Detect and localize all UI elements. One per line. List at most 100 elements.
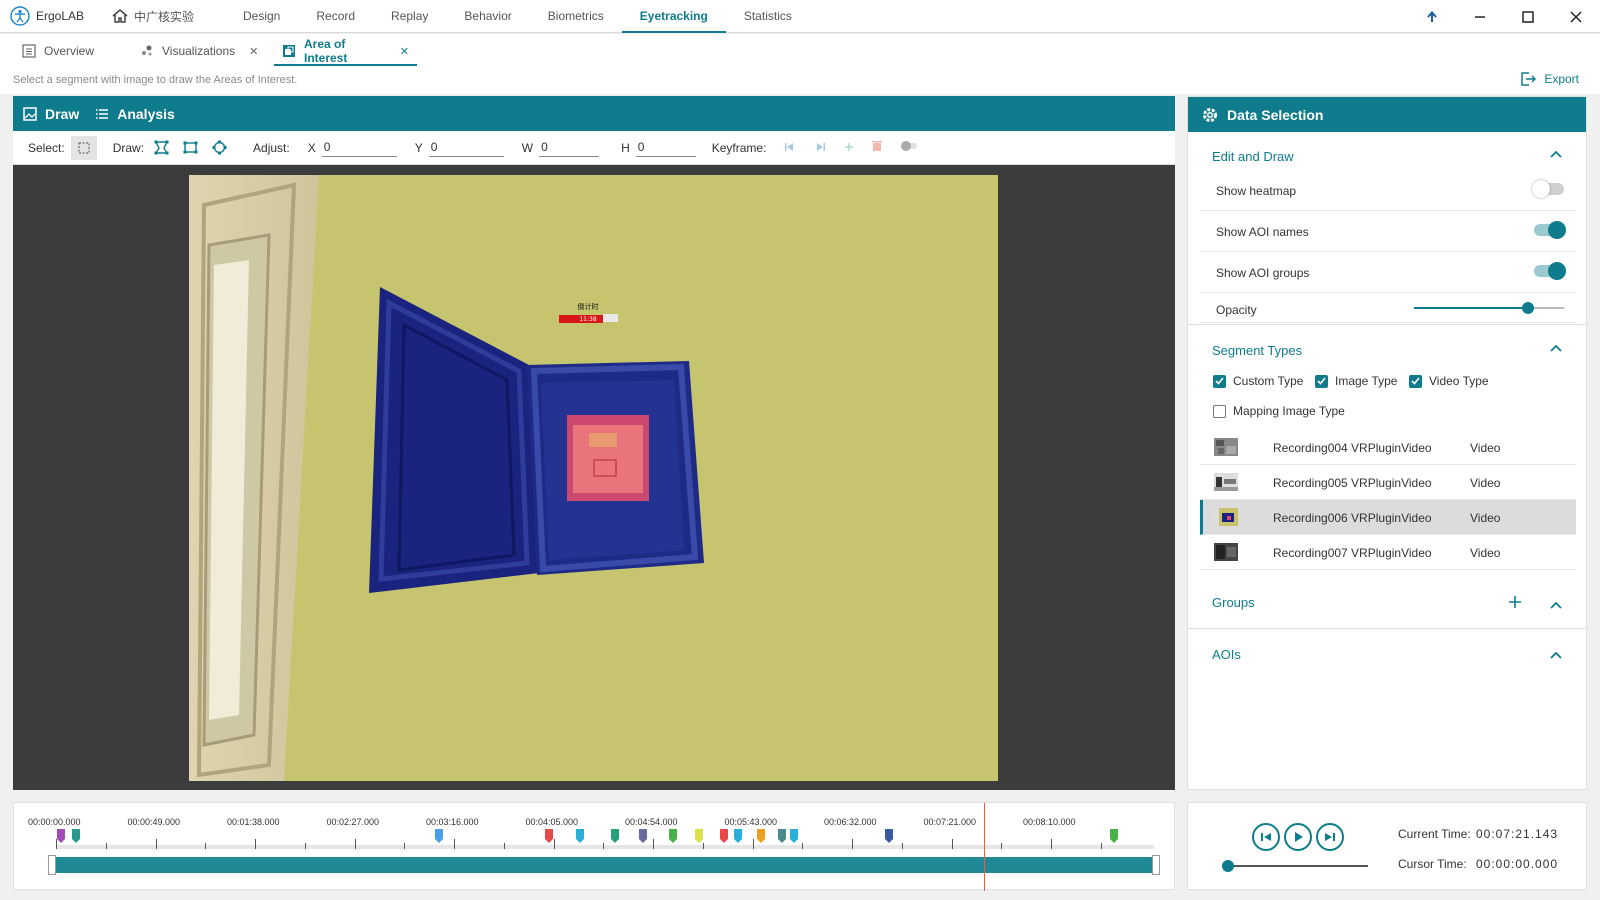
chevron-up-icon[interactable] [1550, 341, 1562, 355]
nav-statistics[interactable]: Statistics [726, 0, 810, 33]
timeline-time-label: 00:07:21.000 [923, 817, 977, 827]
prev-keyframe-icon[interactable] [784, 141, 796, 155]
tab-area-of-interest[interactable]: Area of Interest ✕ [274, 36, 417, 66]
event-marker-icon[interactable] [695, 829, 703, 843]
ellipse-tool-icon[interactable] [212, 140, 227, 155]
play-button[interactable] [1284, 823, 1312, 851]
recording-thumbnail [1214, 508, 1238, 526]
close-window-button[interactable] [1552, 0, 1600, 33]
event-marker-icon[interactable] [757, 829, 765, 843]
nav-replay[interactable]: Replay [373, 0, 446, 33]
data-selection-panel: Data Selection Edit and Draw Show heatma… [1187, 96, 1588, 790]
tab-visualizations[interactable]: Visualizations ✕ [132, 36, 274, 66]
timeline[interactable]: 00:00:00.000 00:00:49.000 00:01:38.000 00:0… [13, 802, 1175, 891]
w-input[interactable]: 0 [539, 138, 600, 157]
add-keyframe-icon[interactable] [844, 141, 854, 155]
chevron-up-icon[interactable] [1550, 648, 1562, 662]
analysis-tab[interactable]: Analysis [95, 106, 175, 122]
drawing-canvas[interactable]: 倒计时 11:38 [13, 165, 1175, 790]
event-marker-icon[interactable] [545, 829, 553, 843]
show-aoi-names-label: Show AOI names [1216, 225, 1309, 239]
event-marker-icon[interactable] [639, 829, 647, 843]
title-bar: ErgoLAB 中广核实验 Design Record Replay Behav… [0, 0, 1600, 33]
tab-overview[interactable]: Overview [14, 36, 132, 66]
groups-header[interactable]: Groups [1212, 595, 1255, 610]
event-marker-icon[interactable] [734, 829, 742, 843]
rectangle-tool-icon[interactable] [183, 141, 198, 154]
data-selection-header: Data Selection [1188, 97, 1586, 132]
recording-row[interactable]: Recording005 VRPluginVideo Video [1200, 465, 1576, 500]
upload-button[interactable] [1408, 0, 1456, 33]
event-marker-icon[interactable] [576, 829, 584, 843]
next-frame-button[interactable] [1316, 823, 1344, 851]
prev-frame-button[interactable] [1252, 823, 1280, 851]
show-aoi-names-toggle[interactable] [1534, 221, 1566, 239]
x-input[interactable]: 0 [321, 138, 397, 157]
recording-row-selected[interactable]: Recording006 VRPluginVideo Video [1200, 500, 1576, 535]
h-input[interactable]: 0 [635, 138, 696, 157]
event-marker-icon[interactable] [611, 829, 619, 843]
timeline-time-label: 00:06:32.000 [824, 817, 877, 827]
mapping-image-type-label: Mapping Image Type [1233, 404, 1345, 418]
keyframe-toggle[interactable] [900, 140, 918, 155]
polygon-tool-icon[interactable] [154, 140, 169, 155]
y-input[interactable]: 0 [428, 138, 504, 157]
recording-type: Video [1470, 511, 1501, 525]
chevron-up-icon[interactable] [1550, 598, 1562, 612]
nav-eyetracking[interactable]: Eyetracking [621, 0, 726, 33]
event-marker-icon[interactable] [435, 829, 443, 843]
home-button[interactable]: 中广核实验 [112, 8, 225, 25]
video-type-checkbox[interactable]: Video Type [1409, 374, 1489, 388]
recording-row[interactable]: Recording004 VRPluginVideo Video [1200, 430, 1576, 465]
add-group-button[interactable] [1508, 595, 1522, 612]
custom-type-checkbox[interactable]: Custom Type [1213, 374, 1303, 388]
playback-speed-slider[interactable] [1222, 860, 1368, 872]
timeline-tick [354, 839, 356, 849]
minimize-button[interactable] [1456, 0, 1504, 33]
event-marker-icon[interactable] [669, 829, 677, 843]
cursor-time: Cursor Time: 00:00:00.000 [1398, 857, 1557, 871]
timeline-tick [304, 843, 306, 849]
delete-keyframe-icon[interactable] [872, 140, 883, 155]
event-marker-icon[interactable] [885, 829, 893, 843]
edit-draw-header[interactable]: Edit and Draw [1212, 149, 1294, 164]
event-marker-icon[interactable] [790, 829, 798, 843]
nav-behavior[interactable]: Behavior [446, 0, 529, 33]
next-keyframe-icon[interactable] [814, 141, 826, 155]
event-marker-icon[interactable] [57, 829, 65, 843]
draw-toolbar: Select: Draw: Adjust: X 0 Y 0 W 0 H 0 Ke… [13, 131, 1175, 165]
select-tool-button[interactable] [70, 135, 97, 160]
recording-row[interactable]: Recording007 VRPluginVideo Video [1200, 535, 1576, 570]
aois-header[interactable]: AOIs [1212, 647, 1241, 662]
close-tab-icon[interactable]: ✕ [249, 45, 258, 58]
w-label: W [521, 140, 534, 155]
event-marker-icon[interactable] [720, 829, 728, 843]
segment-types-header[interactable]: Segment Types [1212, 343, 1302, 358]
range-start-handle[interactable] [48, 855, 56, 875]
event-marker-icon[interactable] [72, 829, 80, 843]
sign-time: 11:38 [579, 316, 596, 323]
maximize-button[interactable] [1504, 0, 1552, 33]
show-aoi-groups-toggle[interactable] [1534, 262, 1566, 280]
close-tab-icon[interactable]: ✕ [400, 45, 409, 58]
nav-biometrics[interactable]: Biometrics [530, 0, 622, 33]
chevron-up-icon[interactable] [1550, 147, 1562, 161]
export-label: Export [1544, 72, 1579, 86]
checkbox-checked-icon [1409, 374, 1422, 388]
timeline-range-bar[interactable] [56, 857, 1156, 873]
export-button[interactable]: Export [1520, 72, 1579, 86]
opacity-slider[interactable] [1414, 302, 1564, 314]
show-heatmap-toggle[interactable] [1532, 180, 1564, 198]
image-type-checkbox[interactable]: Image Type [1315, 374, 1397, 388]
event-marker-icon[interactable] [778, 829, 786, 843]
range-end-handle[interactable] [1152, 855, 1160, 875]
timeline-cursor[interactable] [984, 803, 985, 891]
event-marker-icon[interactable] [1110, 829, 1118, 843]
mapping-image-type-checkbox[interactable]: Mapping Image Type [1213, 404, 1345, 418]
timeline-tick [1051, 839, 1052, 849]
nav-design[interactable]: Design [225, 0, 298, 33]
draw-tab[interactable]: Draw [23, 106, 79, 122]
checkbox-unchecked-icon [1213, 404, 1226, 418]
nav-record[interactable]: Record [298, 0, 373, 33]
app-name: ErgoLAB [36, 9, 85, 23]
